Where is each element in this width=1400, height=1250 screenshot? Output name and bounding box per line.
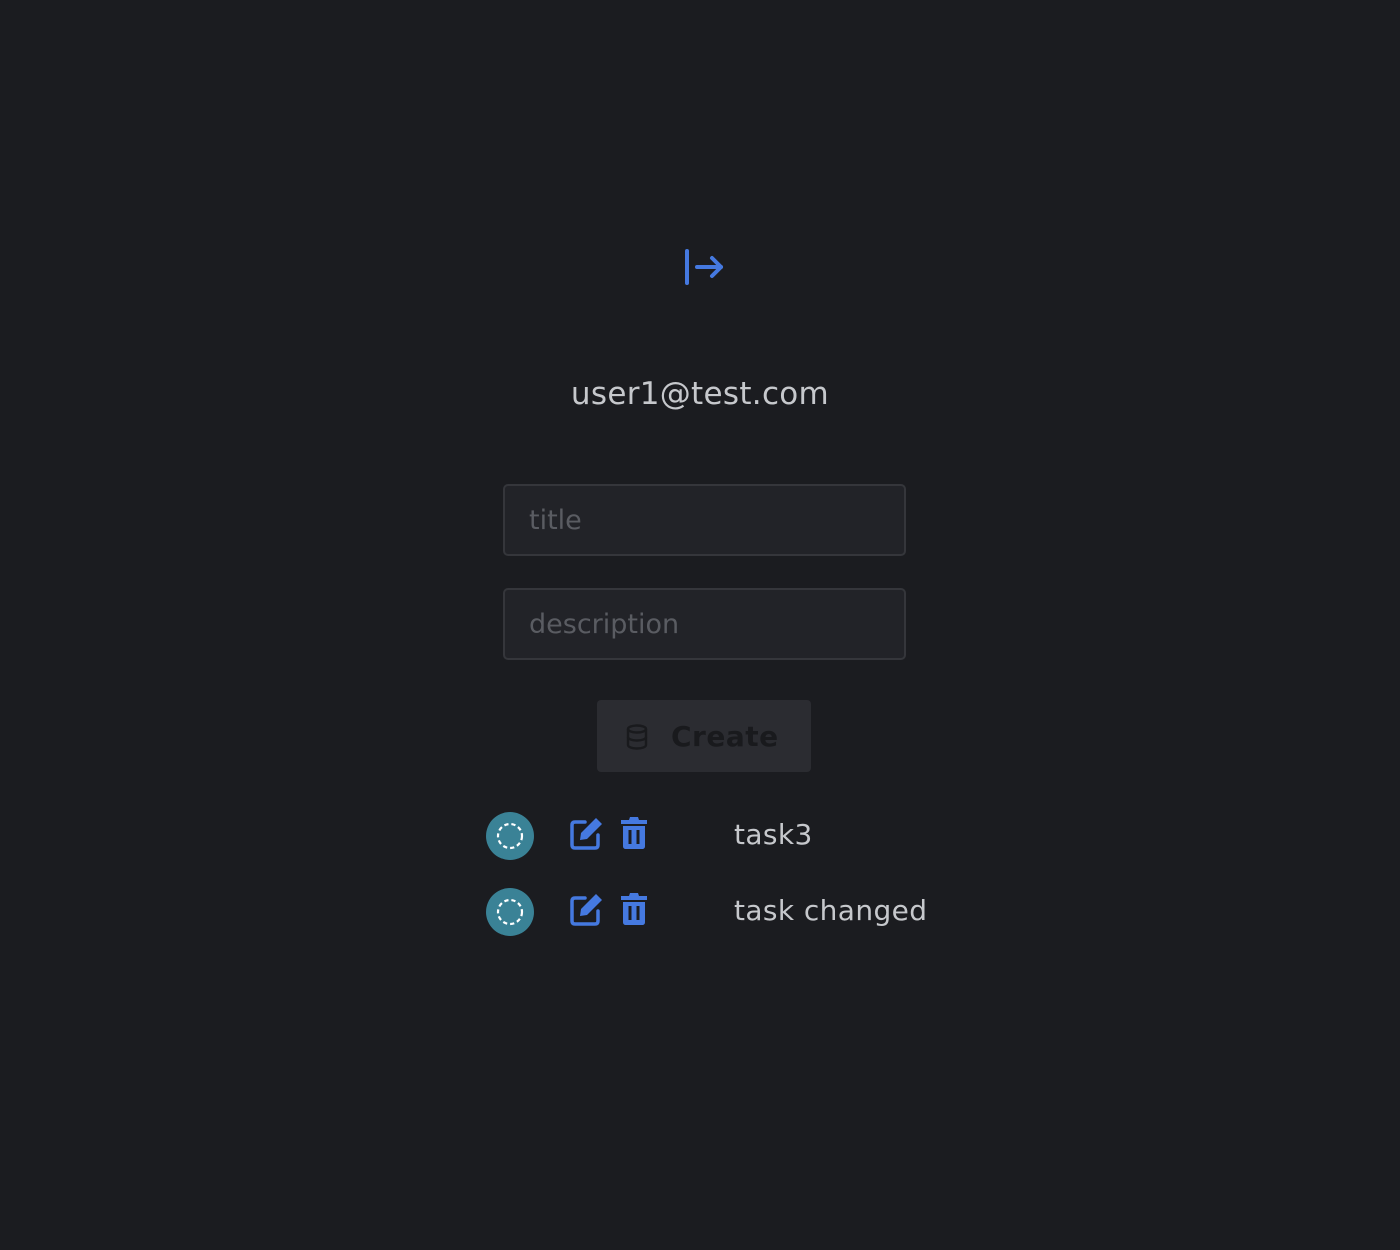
task-status-toggle[interactable]: [486, 812, 534, 860]
title-input[interactable]: [503, 484, 906, 556]
edit-icon: [570, 818, 602, 850]
task-status-toggle[interactable]: [486, 888, 534, 936]
create-button-label: Create: [671, 720, 779, 753]
edit-icon: [570, 894, 602, 926]
task-row: task changed: [486, 888, 986, 936]
task-title: task3: [734, 818, 813, 851]
delete-task-button[interactable]: [620, 892, 648, 926]
dashed-circle-icon: [496, 822, 524, 850]
delete-task-button[interactable]: [620, 816, 648, 850]
logout-button[interactable]: [680, 248, 728, 286]
user-email: user1@test.com: [570, 376, 830, 412]
edit-task-button[interactable]: [568, 892, 604, 928]
database-icon: [625, 724, 649, 757]
description-input[interactable]: [503, 588, 906, 660]
logout-icon: [685, 249, 723, 285]
task-title: task changed: [734, 894, 928, 927]
trash-icon: [621, 893, 647, 925]
task-row: task3: [486, 812, 986, 860]
trash-icon: [621, 817, 647, 849]
edit-task-button[interactable]: [568, 816, 604, 852]
dashed-circle-icon: [496, 898, 524, 926]
create-button[interactable]: Create: [597, 700, 811, 772]
